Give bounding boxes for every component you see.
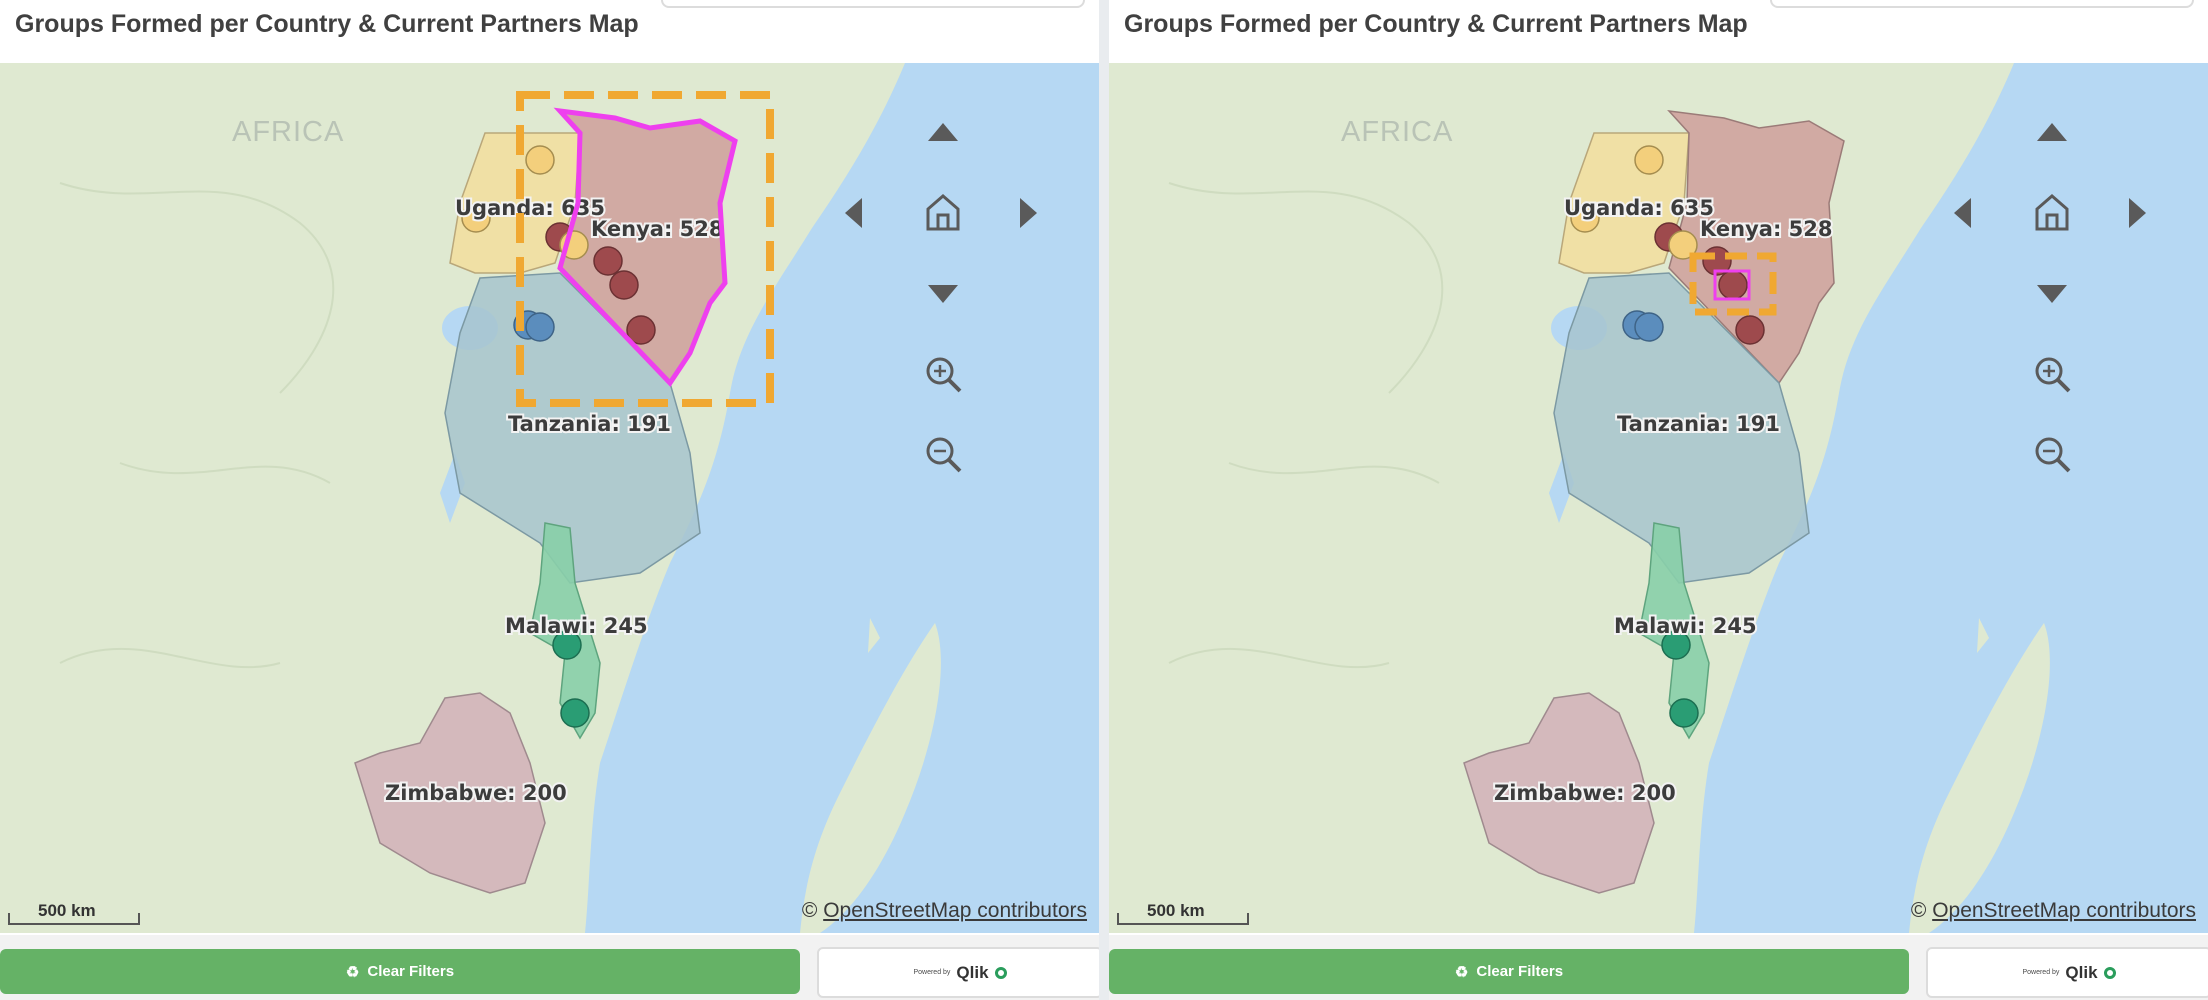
qlik-logo-button[interactable]: Powered by Qlik — [1926, 947, 2208, 998]
label-zimbabwe: Zimbabwe: 200 — [1494, 781, 1676, 805]
bottom-bar: ♻ Clear Filters Powered by Qlik — [1109, 935, 2208, 1000]
clear-filters-button[interactable]: ♻ Clear Filters — [0, 949, 800, 994]
qlik-brand: Qlik — [2065, 962, 2098, 982]
qlik-brand: Qlik — [956, 962, 989, 982]
pan-left-icon[interactable] — [845, 198, 862, 228]
scale-label: 500 km — [1147, 901, 1205, 920]
home-icon[interactable] — [2035, 194, 2069, 231]
label-zimbabwe: Zimbabwe: 200 — [385, 781, 567, 805]
label-tanzania: Tanzania: 191 — [508, 412, 671, 436]
qlik-logo-icon — [2103, 966, 2116, 979]
zoom-in-icon[interactable] — [926, 357, 962, 393]
map-canvas[interactable]: AFRICA Uganda: 635 Kenya: 528 Tanzania: … — [1109, 63, 2208, 933]
pan-right-icon[interactable] — [1020, 198, 1037, 228]
pan-down-icon[interactable] — [2037, 285, 2067, 303]
top-tab — [661, 0, 1085, 8]
home-icon[interactable] — [926, 194, 960, 231]
zoom-in-icon[interactable] — [2035, 357, 2071, 393]
map-attribution[interactable]: © OpenStreetMap contributors — [802, 899, 1087, 923]
map-area[interactable]: AFRICA Uganda: 635 Kenya: 528 Tanzania: … — [0, 63, 1099, 933]
region-label: AFRICA — [1341, 116, 1453, 148]
pan-up-icon[interactable] — [2037, 123, 2067, 141]
label-kenya: Kenya: 528 — [1700, 217, 1833, 241]
clear-filters-button[interactable]: ♻ Clear Filters — [1109, 949, 1909, 994]
panel-title: Groups Formed per Country & Current Part… — [15, 10, 639, 38]
panel-title: Groups Formed per Country & Current Part… — [1124, 10, 1748, 38]
pan-down-icon[interactable] — [928, 285, 958, 303]
pan-left-icon[interactable] — [1954, 198, 1971, 228]
label-malawi: Malawi: 245 — [505, 614, 648, 638]
qlik-logo-button[interactable]: Powered by Qlik — [817, 947, 1099, 998]
top-tab — [1770, 0, 2194, 8]
pan-up-icon[interactable] — [928, 123, 958, 141]
qlik-logo-icon — [994, 966, 1007, 979]
scale-label: 500 km — [38, 901, 96, 920]
zoom-out-icon[interactable] — [2035, 437, 2071, 473]
map-attribution[interactable]: © OpenStreetMap contributors — [1911, 899, 2196, 923]
bottom-bar: ♻ Clear Filters Powered by Qlik — [0, 935, 1099, 1000]
label-kenya: Kenya: 528 — [591, 217, 724, 241]
label-uganda: Uganda: 635 — [455, 196, 605, 220]
qlik-powered-label: Powered by — [2022, 969, 2060, 976]
qlik-powered-label: Powered by — [913, 969, 951, 976]
map-canvas[interactable]: AFRICA Uganda: 635 Kenya: 528 Tanzania: … — [0, 63, 1099, 933]
label-uganda: Uganda: 635 — [1564, 196, 1714, 220]
zoom-out-icon[interactable] — [926, 437, 962, 473]
map-panel-left: Groups Formed per Country & Current Part… — [0, 0, 1099, 1000]
map-area[interactable]: AFRICA Uganda: 635 Kenya: 528 Tanzania: … — [1109, 63, 2208, 933]
clear-filter-icon: ♻ — [1454, 963, 1469, 981]
region-label: AFRICA — [232, 116, 344, 148]
clear-filter-icon: ♻ — [345, 963, 360, 981]
label-malawi: Malawi: 245 — [1614, 614, 1757, 638]
pan-right-icon[interactable] — [2129, 198, 2146, 228]
map-panel-right: Groups Formed per Country & Current Part… — [1109, 0, 2208, 1000]
label-tanzania: Tanzania: 191 — [1617, 412, 1780, 436]
